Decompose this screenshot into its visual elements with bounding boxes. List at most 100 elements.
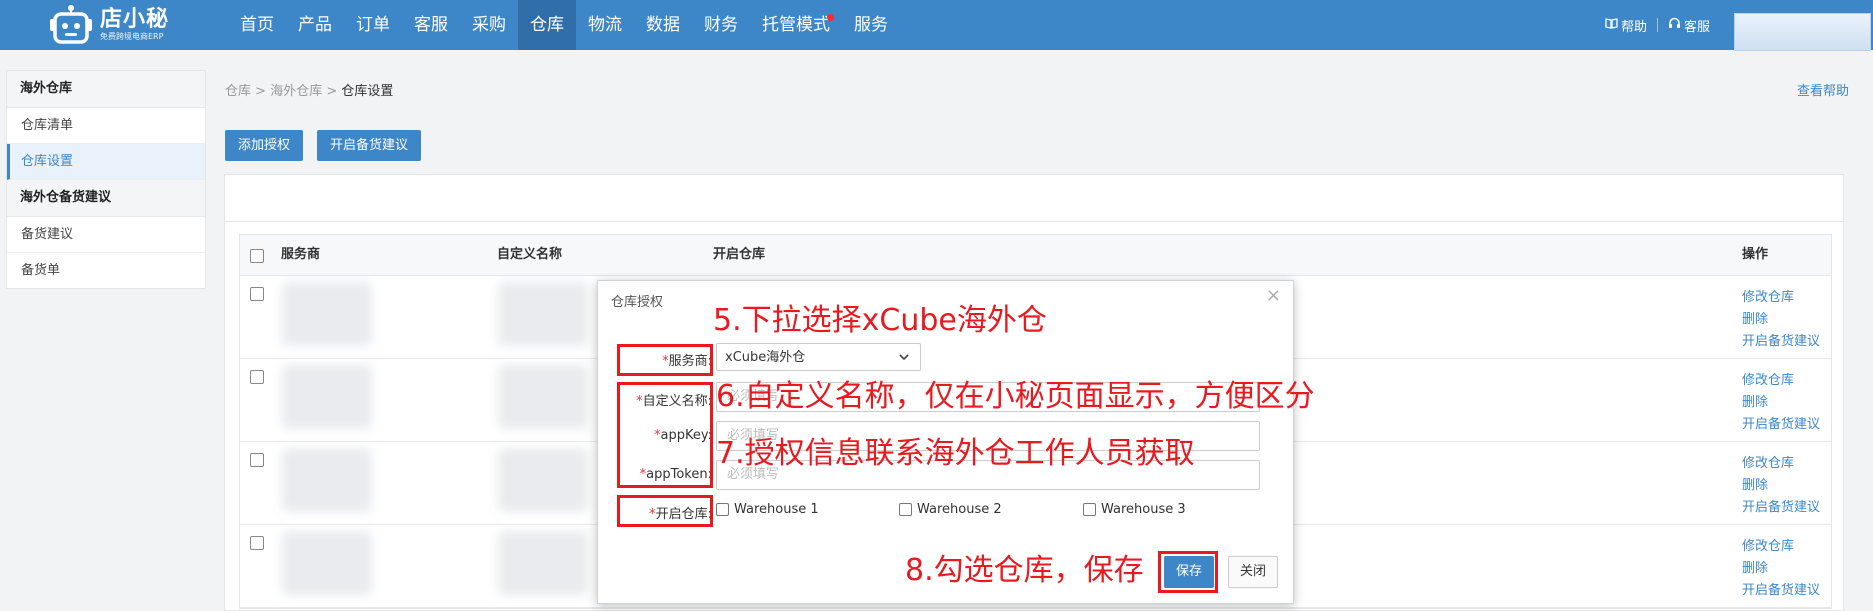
row-checkbox[interactable] — [250, 287, 264, 301]
checkbox-box — [899, 503, 912, 516]
edit-warehouse-link[interactable]: 修改仓库 — [1742, 287, 1820, 309]
nav-item-managed-mode-label: 托管模式 — [762, 15, 830, 35]
book-icon — [1605, 17, 1618, 33]
app-logo[interactable]: 店小秘 免费跨境电商ERP — [48, 3, 169, 47]
nav-item-managed-mode[interactable]: 托管模式 — [750, 0, 842, 50]
dialog-title: 仓库授权 — [611, 295, 664, 310]
edit-warehouse-link[interactable]: 修改仓库 — [1742, 536, 1820, 558]
chevron-down-icon — [898, 344, 910, 382]
breadcrumb-item-overseas[interactable]: 海外仓库 — [270, 84, 322, 99]
delete-link[interactable]: 删除 — [1742, 392, 1820, 414]
row-checkbox[interactable] — [250, 370, 264, 384]
warehouse-3-label: Warehouse 3 — [1101, 502, 1186, 517]
nav-item-data[interactable]: 数据 — [634, 0, 692, 50]
provider-select[interactable]: xCube海外仓 — [716, 343, 921, 371]
nav-item-logistics[interactable]: 物流 — [576, 0, 634, 50]
enable-stock-suggestion-link[interactable]: 开启备货建议 — [1742, 497, 1820, 519]
help-link[interactable]: 帮助 — [1595, 16, 1657, 35]
sidebar: 海外仓库 仓库清单 仓库设置 海外仓备货建议 备货建议 备货单 — [6, 70, 206, 289]
breadcrumb-separator: > — [255, 84, 267, 99]
delete-link[interactable]: 删除 — [1742, 558, 1820, 580]
blurred-provider-cell — [282, 448, 372, 512]
nav-item-warehouse[interactable]: 仓库 — [518, 0, 576, 50]
view-help-link[interactable]: 查看帮助 — [1797, 80, 1849, 99]
select-all-checkbox[interactable] — [250, 249, 264, 263]
breadcrumb-separator: > — [326, 84, 338, 99]
nav-item-home[interactable]: 首页 — [228, 0, 286, 50]
brand-subtitle: 免费跨境电商ERP — [100, 32, 164, 41]
warehouse-2-checkbox[interactable]: Warehouse 2 — [899, 502, 1002, 517]
main-nav: 首页 产品 订单 客服 采购 仓库 物流 数据 财务 托管模式 服务 — [228, 0, 900, 50]
edit-warehouse-link[interactable]: 修改仓库 — [1742, 370, 1820, 392]
nav-item-finance[interactable]: 财务 — [692, 0, 750, 50]
sidebar-item-stock-order[interactable]: 备货单 — [7, 253, 205, 288]
annotation-step8: 8.勾选仓库，保存 — [905, 553, 1144, 588]
row-actions: 修改仓库 删除 开启备货建议 — [1742, 453, 1820, 519]
support-link[interactable]: 客服 — [1658, 16, 1720, 35]
brand-name: 店小秘 — [100, 7, 170, 32]
checkbox-box — [716, 503, 729, 516]
row-checkbox[interactable] — [250, 453, 264, 467]
robot-logo-icon — [48, 5, 94, 45]
column-header-warehouses: 开启仓库 — [713, 247, 766, 262]
column-header-custom-name: 自定义名称 — [497, 247, 563, 262]
blurred-provider-cell — [282, 531, 372, 595]
provider-select-value: xCube海外仓 — [725, 350, 806, 365]
nav-item-customer-service[interactable]: 客服 — [402, 0, 460, 50]
row-actions: 修改仓库 删除 开启备货建议 — [1742, 287, 1820, 353]
sidebar-item-stock-suggestion[interactable]: 备货建议 — [7, 217, 205, 253]
nav-item-purchasing[interactable]: 采购 — [460, 0, 518, 50]
annotation-box-save — [1158, 551, 1218, 593]
annotation-box-provider — [617, 344, 713, 376]
blurred-name-cell — [498, 282, 588, 346]
column-header-provider: 服务商 — [281, 247, 321, 262]
nav-item-products[interactable]: 产品 — [286, 0, 344, 50]
sidebar-group-stock-suggestion: 海外仓备货建议 — [7, 180, 205, 217]
delete-link[interactable]: 删除 — [1742, 475, 1820, 497]
notification-dot-icon — [827, 14, 834, 21]
sidebar-group-overseas-warehouse: 海外仓库 — [7, 71, 205, 108]
close-button[interactable]: 关闭 — [1228, 556, 1278, 588]
row-actions: 修改仓库 删除 开启备货建议 — [1742, 370, 1820, 436]
column-header-actions: 操作 — [1742, 247, 1769, 262]
close-icon[interactable]: × — [1266, 285, 1281, 306]
headset-icon — [1668, 17, 1681, 33]
row-actions: 修改仓库 删除 开启备货建议 — [1742, 536, 1820, 602]
add-authorization-button[interactable]: 添加授权 — [225, 130, 304, 161]
breadcrumb-item-warehouse[interactable]: 仓库 — [225, 84, 251, 99]
enable-stock-suggestion-link[interactable]: 开启备货建议 — [1742, 414, 1820, 436]
filter-panel — [224, 174, 1844, 222]
warehouse-1-checkbox[interactable]: Warehouse 1 — [716, 502, 819, 517]
annotation-step7: 7.授权信息联系海外仓工作人员获取 — [716, 436, 1195, 471]
sidebar-item-warehouse-list[interactable]: 仓库清单 — [7, 108, 205, 144]
delete-link[interactable]: 删除 — [1742, 309, 1820, 331]
blurred-provider-cell — [282, 282, 372, 346]
table-header: 服务商 自定义名称 开启仓库 操作 — [240, 235, 1831, 276]
blurred-name-cell — [498, 531, 588, 595]
enable-stock-suggestion-link[interactable]: 开启备货建议 — [1742, 580, 1820, 602]
annotation-step5: 5.下拉选择xCube海外仓 — [713, 303, 1047, 338]
blurred-name-cell — [498, 365, 588, 429]
blurred-provider-cell — [282, 365, 372, 429]
annotation-box-warehouses — [617, 495, 713, 527]
breadcrumb: 仓库 > 海外仓库 > 仓库设置 — [225, 80, 393, 99]
user-account-box[interactable] — [1734, 13, 1871, 51]
row-checkbox[interactable] — [250, 536, 264, 550]
breadcrumb-item-current: 仓库设置 — [341, 84, 394, 99]
edit-warehouse-link[interactable]: 修改仓库 — [1742, 453, 1820, 475]
blurred-name-cell — [498, 448, 588, 512]
enable-stock-suggestion-button[interactable]: 开启备货建议 — [317, 130, 422, 161]
checkbox-box — [1083, 503, 1096, 516]
enable-stock-suggestion-link[interactable]: 开启备货建议 — [1742, 331, 1820, 353]
annotation-step6: 6.自定义名称，仅在小秘页面显示，方便区分 — [716, 379, 1315, 414]
nav-item-services[interactable]: 服务 — [842, 0, 900, 50]
sidebar-item-warehouse-settings[interactable]: 仓库设置 — [7, 144, 205, 180]
warehouse-1-label: Warehouse 1 — [734, 502, 819, 517]
warehouse-2-label: Warehouse 2 — [917, 502, 1002, 517]
warehouse-3-checkbox[interactable]: Warehouse 3 — [1083, 502, 1186, 517]
help-link-label: 帮助 — [1620, 19, 1647, 35]
nav-item-orders[interactable]: 订单 — [344, 0, 402, 50]
top-navbar: 店小秘 免费跨境电商ERP 首页 产品 订单 客服 采购 仓库 物流 数据 财务… — [0, 0, 1873, 51]
support-link-label: 客服 — [1683, 19, 1710, 35]
annotation-box-credentials — [617, 382, 713, 488]
